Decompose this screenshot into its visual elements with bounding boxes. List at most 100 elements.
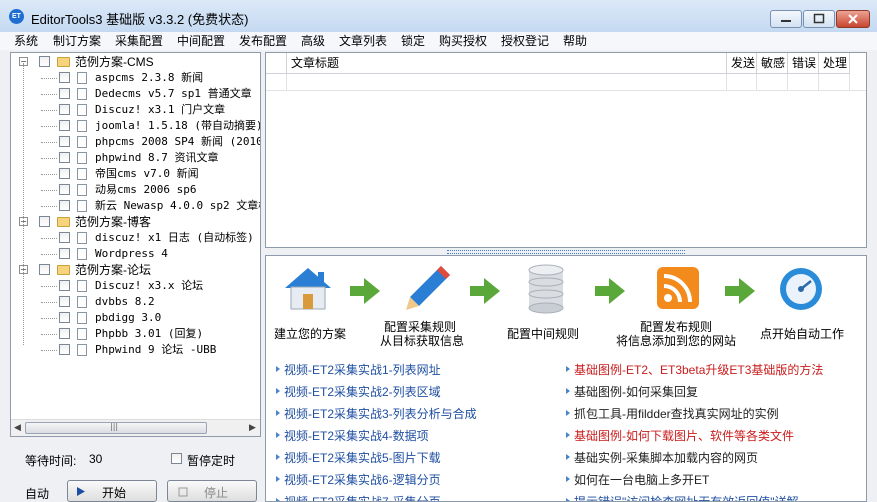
tree-item-label: phpcms 2008 SP4 新闻 (20100 (95, 135, 261, 148)
table-row[interactable] (266, 74, 866, 91)
tree-folder-item[interactable]: − 范例方案-论坛 (11, 262, 260, 278)
step-collect-rules-label-1: 配置采集规则 (384, 320, 457, 334)
tree-leaf-item[interactable]: phpwind 8.7 资讯文章 (11, 150, 260, 166)
tree-leaf-item[interactable]: 帝国cms v7.0 新闻 (11, 166, 260, 182)
gauge-icon[interactable] (778, 266, 824, 312)
wait-time-label: 等待时间: (25, 454, 77, 468)
tree-checkbox[interactable] (59, 136, 70, 147)
scroll-left-icon[interactable]: ◀ (14, 423, 21, 433)
tree-leaf-item[interactable]: dvbbs 8.2 (11, 294, 260, 310)
tree-checkbox[interactable] (39, 216, 50, 227)
menu-collect-config[interactable]: 采集配置 (115, 33, 163, 49)
col-header-process[interactable]: 处理 (819, 53, 850, 74)
tree-folder-item[interactable]: − 范例方案-CMS (11, 54, 260, 70)
link-text: 视频-ET2采集实战7-采集分页 (284, 495, 441, 502)
tree-checkbox[interactable] (39, 264, 50, 275)
tree-leaf-item[interactable]: 新云 Newasp 4.0.0 sp2 文章模 (11, 198, 260, 214)
menu-register-license[interactable]: 授权登记 (501, 33, 549, 49)
tree-checkbox[interactable] (59, 280, 70, 291)
tree-item-label: Discuz! x3.x 论坛 (95, 279, 204, 292)
tree-connector (41, 206, 57, 207)
article-grid[interactable]: 文章标题 发送 敏感 错误 处理 (265, 52, 867, 248)
tree-leaf-item[interactable]: Discuz! x3.1 门户文章 (11, 102, 260, 118)
tree-checkbox[interactable] (59, 248, 70, 259)
splitter-grip[interactable] (447, 250, 685, 254)
workflow-panel: 建立您的方案 配置采集规则 从目标获取信息 配置中间规则 配置发布规则 将信息添… (265, 255, 867, 502)
tree-leaf-item[interactable]: 动易cms 2006 sp6 (11, 182, 260, 198)
tree-leaf-item[interactable]: Discuz! x3.x 论坛 (11, 278, 260, 294)
tree-connector (41, 302, 57, 303)
document-icon (77, 136, 87, 148)
menu-system[interactable]: 系统 (14, 33, 38, 49)
link-text: 抓包工具-用fildder查找真实网址的实例 (574, 407, 779, 421)
col-header-sensitive[interactable]: 敏感 (757, 53, 788, 74)
scroll-thumb[interactable]: ||| (25, 422, 207, 434)
tree-leaf-item[interactable]: Phpwind 9 论坛 -UBB (11, 342, 260, 358)
tree-checkbox[interactable] (59, 152, 70, 163)
rss-icon[interactable] (656, 266, 700, 310)
tree-checkbox[interactable] (39, 56, 50, 67)
pencil-icon[interactable] (403, 264, 453, 314)
bullet-icon (276, 366, 280, 372)
tree-checkbox[interactable] (59, 104, 70, 115)
tree-checkbox[interactable] (59, 328, 70, 339)
menu-plan[interactable]: 制订方案 (53, 33, 101, 49)
menu-buy-license[interactable]: 购买授权 (439, 33, 487, 49)
pause-timer-checkbox[interactable] (171, 453, 182, 464)
menu-help[interactable]: 帮助 (563, 33, 587, 49)
grid-corner (266, 53, 287, 74)
tree-checkbox[interactable] (59, 120, 70, 131)
tree-leaf-item[interactable]: pbdigg 3.0 (11, 310, 260, 326)
scroll-right-icon[interactable]: ▶ (249, 423, 256, 433)
arrow-right-icon (725, 278, 755, 304)
tree-checkbox[interactable] (59, 168, 70, 179)
tree-leaf-item[interactable]: phpcms 2008 SP4 新闻 (20100 (11, 134, 261, 150)
document-icon (77, 184, 87, 196)
tree-horizontal-scrollbar[interactable]: ◀ ||| ▶ (11, 419, 260, 436)
arrow-right-icon (595, 278, 625, 304)
bullet-icon (566, 454, 570, 460)
tree-leaf-item[interactable]: discuz! x1 日志 (自动标签) (11, 230, 260, 246)
window-title: EditorTools3 基础版 v3.3.2 (免费状态) (31, 12, 249, 27)
stop-button[interactable]: 停止 (167, 480, 257, 502)
link-text: 视频-ET2采集实战1-列表网址 (284, 363, 441, 377)
col-header-title[interactable]: 文章标题 (287, 53, 727, 74)
tree-leaf-item[interactable]: Wordpress 4 (11, 246, 260, 262)
menu-lock[interactable]: 锁定 (401, 33, 425, 49)
step-create-plan-label: 建立您的方案 (274, 327, 347, 341)
tree-leaf-item[interactable]: aspcms 2.3.8 新闻 (11, 70, 260, 86)
tree-leaf-item[interactable]: Phpbb 3.01 (回复) (11, 326, 260, 342)
menu-publish-config[interactable]: 发布配置 (239, 33, 287, 49)
menu-article-list[interactable]: 文章列表 (339, 33, 387, 49)
minimize-button[interactable] (770, 10, 802, 28)
plan-tree[interactable]: − 范例方案-CMS aspcms 2.3.8 新闻 Dedecms v5.7 sp1… (10, 52, 261, 437)
tree-checkbox[interactable] (59, 296, 70, 307)
close-button[interactable] (836, 10, 870, 28)
title-bar: ET EditorTools3 基础版 v3.3.2 (免费状态) (0, 0, 877, 32)
tree-connector (41, 126, 57, 127)
tree-checkbox[interactable] (59, 312, 70, 323)
tree-checkbox[interactable] (59, 88, 70, 99)
maximize-button[interactable] (803, 10, 835, 28)
tree-checkbox[interactable] (59, 200, 70, 211)
menu-advanced[interactable]: 高级 (301, 33, 325, 49)
tree-item-label: 动易cms 2006 sp6 (95, 183, 197, 196)
col-header-error[interactable]: 错误 (788, 53, 819, 74)
home-icon[interactable] (283, 266, 333, 314)
tree-checkbox[interactable] (59, 232, 70, 243)
database-icon[interactable] (526, 264, 566, 314)
tree-folder-item[interactable]: − 范例方案-博客 (11, 214, 260, 230)
document-icon (77, 232, 87, 244)
tree-checkbox[interactable] (59, 72, 70, 83)
app-logo-icon: ET (9, 9, 24, 24)
tree-checkbox[interactable] (59, 344, 70, 355)
tree-leaf-item[interactable]: Dedecms v5.7 sp1 普通文章 (11, 86, 260, 102)
col-header-sent[interactable]: 发送 (727, 53, 757, 74)
start-button[interactable]: 开始 (67, 480, 157, 502)
document-icon (77, 168, 87, 180)
menu-middle-config[interactable]: 中间配置 (177, 33, 225, 49)
tree-leaf-item[interactable]: joomla! 1.5.18 (带自动摘要) (11, 118, 260, 134)
tree-item-label: 范例方案-博客 (75, 215, 151, 229)
tree-connector (41, 142, 57, 143)
tree-checkbox[interactable] (59, 184, 70, 195)
